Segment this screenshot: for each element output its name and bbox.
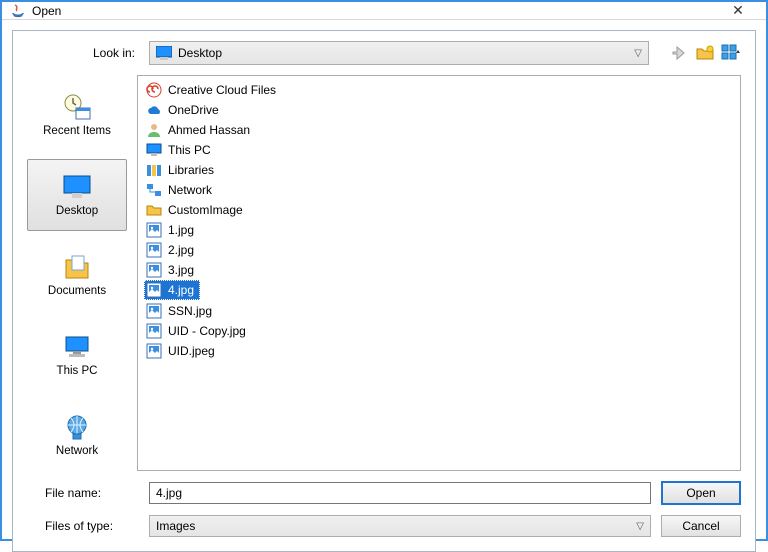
- look-in-value: Desktop: [178, 46, 222, 60]
- file-label: This PC: [168, 143, 211, 157]
- close-button[interactable]: ✕: [718, 2, 758, 19]
- place-label: Documents: [48, 285, 106, 297]
- file-type-combo[interactable]: Images ▽: [149, 515, 651, 537]
- pc-icon: [62, 333, 92, 361]
- file-row[interactable]: Libraries: [144, 160, 734, 180]
- network-small-icon: [146, 182, 162, 198]
- file-label: UID.jpeg: [168, 344, 215, 358]
- look-in-row: Look in: Desktop ▽: [27, 41, 741, 65]
- place-label: Network: [56, 445, 98, 457]
- java-icon: [10, 3, 26, 19]
- file-label: CustomImage: [168, 203, 243, 217]
- file-type-value: Images: [156, 519, 195, 533]
- file-row[interactable]: SSN.jpg: [144, 301, 734, 321]
- place-label: This PC: [57, 365, 98, 377]
- file-name-input[interactable]: [149, 482, 651, 504]
- open-button[interactable]: Open: [661, 481, 741, 505]
- open-dialog: Open ✕ Look in: Desktop ▽: [0, 0, 768, 541]
- desktop-icon: [62, 173, 92, 201]
- file-row[interactable]: 3.jpg: [144, 260, 734, 280]
- image-icon: [146, 343, 162, 359]
- place-network[interactable]: Network: [27, 399, 127, 471]
- middle-area: Recent Items Desktop Documents This PC N…: [27, 75, 741, 471]
- file-row[interactable]: CustomImage: [144, 200, 734, 220]
- file-row[interactable]: UID.jpeg: [144, 341, 734, 361]
- network-icon: [62, 413, 92, 441]
- file-label: 4.jpg: [168, 283, 194, 297]
- file-label: 1.jpg: [168, 223, 194, 237]
- file-row[interactable]: 2.jpg: [144, 240, 734, 260]
- image-icon: [146, 323, 162, 339]
- file-label: OneDrive: [168, 103, 219, 117]
- documents-icon: [62, 253, 92, 281]
- place-recent-items[interactable]: Recent Items: [27, 79, 127, 151]
- file-label: Ahmed Hassan: [168, 123, 250, 137]
- look-in-combo[interactable]: Desktop ▽: [149, 41, 649, 65]
- place-label: Desktop: [56, 205, 98, 217]
- file-type-row: Files of type: Images ▽ Cancel: [27, 515, 741, 537]
- recent-icon: [62, 93, 92, 121]
- file-name-label: File name:: [27, 486, 139, 500]
- dialog-body: Look in: Desktop ▽: [12, 30, 756, 552]
- look-in-label: Look in:: [27, 46, 139, 60]
- image-icon: [146, 303, 162, 319]
- desktop-icon: [156, 46, 172, 60]
- file-label: SSN.jpg: [168, 304, 212, 318]
- view-menu-icon[interactable]: [721, 43, 741, 63]
- file-type-label: Files of type:: [27, 519, 139, 533]
- folder-icon: [146, 202, 162, 218]
- file-row[interactable]: 4.jpg: [144, 280, 200, 300]
- image-icon: [146, 222, 162, 238]
- file-label: 3.jpg: [168, 263, 194, 277]
- onedrive-icon: [146, 102, 162, 118]
- file-row[interactable]: This PC: [144, 140, 734, 160]
- file-list[interactable]: Creative Cloud Files OneDrive Ahmed Hass…: [137, 75, 741, 471]
- file-label: Libraries: [168, 163, 214, 177]
- pc-small-icon: [146, 142, 162, 158]
- file-row[interactable]: 1.jpg: [144, 220, 734, 240]
- new-folder-icon[interactable]: [695, 43, 715, 63]
- file-row[interactable]: Ahmed Hassan: [144, 120, 734, 140]
- place-label: Recent Items: [43, 125, 111, 137]
- places-sidebar: Recent Items Desktop Documents This PC N…: [27, 75, 127, 471]
- file-row[interactable]: OneDrive: [144, 100, 734, 120]
- user-icon: [146, 122, 162, 138]
- file-label: Creative Cloud Files: [168, 83, 276, 97]
- window-title: Open: [32, 4, 718, 18]
- toolbar: [659, 43, 741, 63]
- image-icon: [146, 242, 162, 258]
- title-bar: Open ✕: [2, 2, 766, 20]
- place-documents[interactable]: Documents: [27, 239, 127, 311]
- chevron-down-icon: ▽: [634, 48, 642, 59]
- file-row[interactable]: Network: [144, 180, 734, 200]
- cancel-button[interactable]: Cancel: [661, 515, 741, 537]
- place-desktop[interactable]: Desktop: [27, 159, 127, 231]
- place-this-pc[interactable]: This PC: [27, 319, 127, 391]
- file-row[interactable]: UID - Copy.jpg: [144, 321, 734, 341]
- file-label: Network: [168, 183, 212, 197]
- file-row[interactable]: Creative Cloud Files: [144, 80, 734, 100]
- chevron-down-icon: ▽: [636, 521, 644, 532]
- file-label: 2.jpg: [168, 243, 194, 257]
- cc-icon: [146, 82, 162, 98]
- up-one-level-icon[interactable]: [669, 43, 689, 63]
- file-label: UID - Copy.jpg: [168, 324, 246, 338]
- image-icon: [146, 282, 162, 298]
- image-icon: [146, 262, 162, 278]
- file-name-row: File name: Open: [27, 481, 741, 505]
- libraries-icon: [146, 162, 162, 178]
- bottom-area: File name: Open Files of type: Images ▽ …: [27, 481, 741, 537]
